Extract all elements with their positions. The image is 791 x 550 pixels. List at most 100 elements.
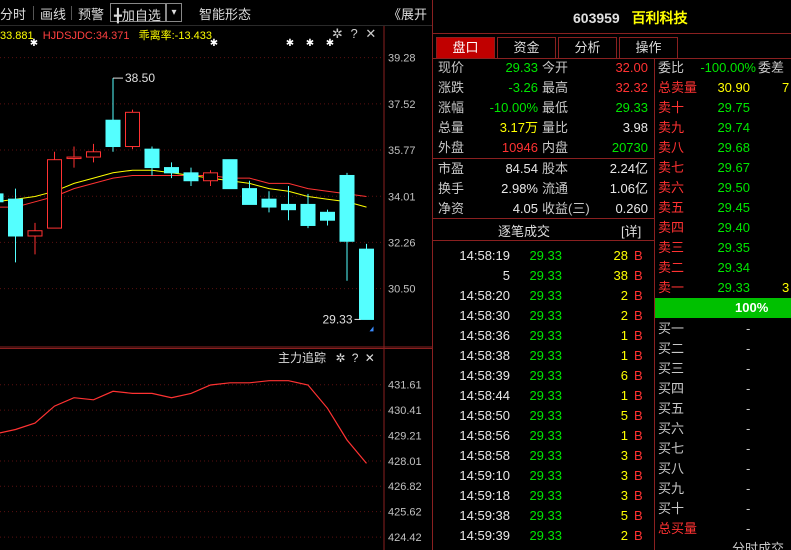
y-tick-label: 34.01 [388,191,416,203]
stock-code: 603959 [573,10,620,26]
sell-level-label: 卖三 [658,240,685,255]
candle-body [281,203,296,211]
tick-row: 14:59:10 29.33 3 B [434,466,654,486]
main-force-tracking-chart[interactable]: 431.61 430.41 429.21 428.01 426.82 425.62 424.… [0,348,432,550]
tick-time: 14:58:39 [459,368,510,383]
tick-row: 14:58:38 29.33 1 B [434,346,654,366]
tick-price: 29.33 [529,428,562,443]
panel-divider [432,0,433,550]
tick-volume: 1 [620,388,628,403]
candle-body [125,111,140,148]
tick-list[interactable]: 14:58:19 29.33 28 B 5 29.33 38 B 14:58:20 29.33 2 B… [434,246,654,550]
sell-level-price: 29.74 [717,120,750,135]
ticks-detail-link[interactable]: [详] [621,221,641,240]
tab-order-book[interactable]: 盘口 [436,37,495,58]
commission-ratio-value: -100.00% [700,60,756,75]
toolbar-draw-line[interactable]: 画线 [40,4,66,23]
tick-time: 14:58:38 [459,348,510,363]
sell-level-volume: 3 [782,280,790,295]
candle-body [242,188,257,205]
tick-side: B [634,328,643,343]
gear-icon[interactable]: ✲ [335,351,345,365]
buy-level-value: - [746,421,751,436]
tick-time: 14:58:50 [459,408,510,423]
main-force-line [0,380,367,464]
add-watchlist-button[interactable]: ╋加自选 [110,3,166,23]
tab-operation[interactable]: 操作 [619,37,678,58]
sell-level-label: 卖五 [658,200,685,215]
close-icon[interactable]: ✕ [365,351,375,365]
fundamental-label: 净资 [438,201,465,216]
candle-body [222,159,238,190]
sell-level-price: 29.75 [717,100,750,115]
sub-y-tick-label: 430.41 [388,405,422,417]
candle-body [105,119,121,148]
order-book-divider [654,58,655,550]
buy-level-value: - [746,501,751,516]
quote-value: 29.33 [505,60,538,75]
toolbar-smart-pattern[interactable]: 智能形态 [199,4,251,23]
tick-time: 14:58:44 [459,388,510,403]
candle-body [359,248,374,320]
tick-time: 14:58:36 [459,328,510,343]
ma-value: 33.881 [0,30,34,42]
quote-label: 今开 [542,60,569,75]
buy-level-value: - [746,381,751,396]
chart-toolbar: 分时 画线 预警 ╋加自选 ▾ 智能形态 《展开 [0,0,432,26]
sell-level-label: 卖八 [658,140,685,155]
hjdsjdc-value: HJDSJDC:34.371 [42,30,130,42]
buy-level-label: 买六 [658,421,685,436]
buy-level-label: 买五 [658,401,685,416]
quote-tabs: 盘口 资金 分析 操作 [436,37,681,58]
tick-side: B [634,488,643,503]
tick-volume: 1 [620,428,628,443]
help-icon[interactable]: ? [352,351,359,365]
toolbar-intraday[interactable]: 分时 [0,4,26,23]
toolbar-alert[interactable]: 预警 [78,4,104,23]
tick-price: 29.33 [529,308,562,323]
gear-icon[interactable]: ✲ [332,26,343,41]
candle-body [183,172,199,182]
buy-level-label: 买九 [658,481,685,496]
sub-y-tick-label: 429.21 [388,431,422,443]
tick-row: 14:59:18 29.33 3 B [434,486,654,506]
close-icon[interactable]: ✕ [365,26,376,41]
total-sell-extra: 7 [782,80,790,95]
tick-side: B [634,468,643,483]
tab-analysis[interactable]: 分析 [558,37,617,58]
fundamental-label: 流通 [542,181,569,196]
sell-level-price: 29.40 [717,220,750,235]
tick-side: B [634,348,643,363]
tick-volume: 1 [620,328,628,343]
stock-header: 603959 百利科技 [433,0,791,34]
tick-time: 14:58:58 [459,448,510,463]
quote-label: 最高 [542,80,569,95]
expand-button[interactable]: 《展开 [388,4,427,23]
sell-level-price: 29.50 [717,180,750,195]
tab-funds[interactable]: 资金 [497,37,556,58]
sell-level-price: 29.67 [717,160,750,175]
tick-time: 14:58:19 [459,248,510,263]
sell-level-label: 卖四 [658,220,685,235]
high-price-label: 38.50 [125,71,155,85]
quote-label: 现价 [438,60,465,75]
sell-level-price: 29.45 [717,200,750,215]
buy-level-label: 买七 [658,441,685,456]
tick-side: B [634,248,643,263]
tick-volume: 3 [620,448,628,463]
quote-label: 总量 [438,120,465,135]
main-chart-controls: ✲ ? ✕ [332,26,376,42]
tick-row: 14:59:39 29.33 2 B [434,526,654,546]
tick-volume: 3 [620,488,628,503]
chevron-down-icon[interactable]: ▾ [166,3,182,22]
buy-level-label: 买二 [658,341,685,356]
candlestick-chart[interactable]: 39.2837.5235.7734.0132.2630.50✱ ✱ ✱ ✱ ✱ 38.5… [0,26,432,348]
sell-level-price: 29.34 [717,260,750,275]
tick-volume: 2 [620,288,628,303]
tick-row: 14:58:50 29.33 5 B [434,406,654,426]
tick-time: 14:59:39 [459,528,510,543]
quote-value: -3.26 [508,80,538,95]
tick-row: 14:58:44 29.33 1 B [434,386,654,406]
fundamental-label: 股本 [542,161,569,176]
help-icon[interactable]: ? [351,26,358,41]
